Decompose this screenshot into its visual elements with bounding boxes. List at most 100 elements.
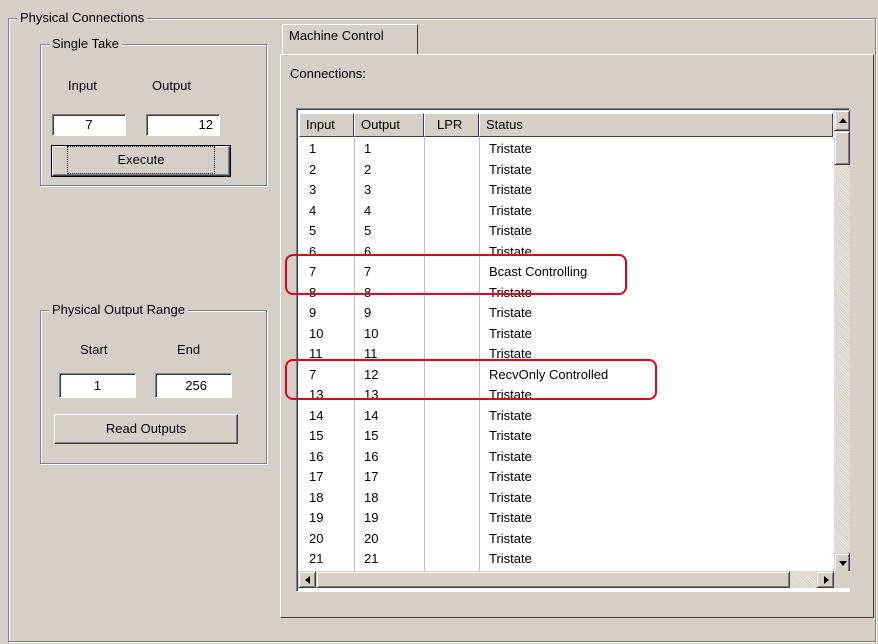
- cell-input: 2: [309, 161, 317, 177]
- cell-output: 3: [364, 182, 372, 197]
- vertical-scrollbar[interactable]: [834, 110, 850, 574]
- cell-input: 21: [309, 551, 324, 566]
- cell-output: 18: [364, 489, 379, 505]
- output-field[interactable]: 12: [146, 114, 220, 136]
- column-header-status[interactable]: Status: [479, 113, 833, 137]
- cell-status: RecvOnly Controlled: [489, 366, 609, 382]
- cell-status: Tristate: [489, 141, 532, 156]
- cell-status: Tristate: [489, 428, 532, 443]
- cell-output: 2: [364, 161, 372, 177]
- cell-input: 5: [309, 223, 317, 238]
- connections-list[interactable]: Input Output LPR Status 1 1 Tristate 2 2 Tris…: [296, 108, 850, 592]
- cell-output: 20: [364, 530, 379, 546]
- cell-output: 13: [364, 387, 379, 402]
- table-row[interactable]: 13 13 Tristate: [299, 385, 833, 405]
- execute-button[interactable]: Execute: [51, 145, 231, 177]
- cell-input: 14: [309, 407, 324, 423]
- cell-status: Tristate: [489, 202, 532, 218]
- table-row[interactable]: 17 17 Tristate: [299, 467, 833, 487]
- cell-input: 7: [309, 264, 317, 279]
- cell-status: Tristate: [489, 510, 532, 525]
- tab-machine-control-label: Machine Control: [289, 28, 384, 43]
- cell-input: 7: [309, 366, 317, 382]
- cell-input: 19: [309, 510, 324, 525]
- cell-input: 10: [309, 325, 324, 341]
- cell-status: Tristate: [489, 182, 532, 197]
- horizontal-scrollbar[interactable]: [298, 571, 834, 588]
- column-header-lpr[interactable]: LPR: [424, 113, 479, 137]
- end-field[interactable]: 256: [155, 373, 232, 398]
- cell-status: Tristate: [489, 469, 532, 484]
- cell-status: Tristate: [489, 305, 532, 320]
- table-row[interactable]: 19 19 Tristate: [299, 508, 833, 528]
- column-header-input[interactable]: Input: [299, 113, 354, 137]
- output-range-title: Physical Output Range: [49, 302, 188, 318]
- table-row[interactable]: 5 5 Tristate: [299, 221, 833, 241]
- cell-input: 16: [309, 448, 324, 464]
- cell-input: 18: [309, 489, 324, 505]
- input-field[interactable]: 7: [52, 114, 126, 136]
- horizontal-scroll-thumb[interactable]: [316, 571, 790, 588]
- table-row[interactable]: 1 1 Tristate: [299, 139, 833, 159]
- connections-label: Connections:: [290, 66, 366, 81]
- column-header-output[interactable]: Output: [354, 113, 424, 137]
- table-row[interactable]: 10 10 Tristate: [299, 324, 833, 344]
- table-row[interactable]: 20 20 Tristate: [299, 529, 833, 549]
- table-row[interactable]: 11 11 Tristate: [299, 344, 833, 364]
- cell-input: 11: [309, 346, 323, 361]
- arrow-up-icon: [839, 118, 847, 123]
- cell-input: 17: [309, 469, 324, 484]
- tab-machine-control[interactable]: Machine Control: [282, 24, 418, 54]
- scrollbar-corner: [834, 571, 850, 588]
- cell-output: 9: [364, 305, 372, 320]
- cell-input: 1: [309, 141, 317, 156]
- input-label: Input: [68, 78, 97, 93]
- table-row[interactable]: 2 2 Tristate: [299, 160, 833, 180]
- arrow-left-icon: [305, 576, 310, 584]
- cell-status: Tristate: [489, 448, 532, 464]
- start-field[interactable]: 1: [59, 373, 136, 398]
- cell-status: Tristate: [489, 530, 532, 546]
- cell-output: 15: [364, 428, 379, 443]
- cell-input: 3: [309, 182, 317, 197]
- cell-output: 19: [364, 510, 379, 525]
- cell-input: 20: [309, 530, 324, 546]
- table-row[interactable]: 18 18 Tristate: [299, 488, 833, 508]
- cell-output: 6: [364, 243, 372, 259]
- cell-input: 15: [309, 428, 324, 443]
- table-row[interactable]: 7 7 Bcast Controlling: [299, 262, 833, 282]
- cell-input: 9: [309, 305, 317, 320]
- cell-output: 4: [364, 202, 372, 218]
- cell-input: 13: [309, 387, 324, 402]
- table-row[interactable]: 9 9 Tristate: [299, 303, 833, 323]
- table-row[interactable]: 14 14 Tristate: [299, 406, 833, 426]
- cell-input: 6: [309, 243, 317, 259]
- table-row[interactable]: 4 4 Tristate: [299, 201, 833, 221]
- scroll-thumb[interactable]: [834, 131, 850, 165]
- cell-status: Tristate: [489, 346, 532, 361]
- end-label: End: [177, 342, 201, 357]
- physical-connections-title: Physical Connections: [17, 10, 148, 26]
- table-row[interactable]: 15 15 Tristate: [299, 426, 833, 446]
- scroll-up-button[interactable]: [834, 110, 850, 131]
- single-take-title: Single Take: [49, 36, 122, 52]
- cell-output: 11: [364, 346, 378, 361]
- table-row[interactable]: 16 16 Tristate: [299, 447, 833, 467]
- cell-output: 16: [364, 448, 379, 464]
- output-label: Output: [152, 78, 192, 93]
- cell-status: Bcast Controlling: [489, 264, 588, 279]
- read-outputs-button[interactable]: Read Outputs: [54, 414, 238, 444]
- cell-output: 5: [364, 223, 372, 238]
- scroll-right-button[interactable]: [816, 571, 834, 588]
- cell-output: 8: [364, 284, 372, 300]
- arrow-right-icon: [824, 576, 829, 584]
- table-row[interactable]: 6 6 Tristate: [299, 242, 833, 262]
- cell-input: 4: [309, 202, 317, 218]
- table-row[interactable]: 8 8 Tristate: [299, 283, 833, 303]
- arrow-down-icon: [839, 561, 847, 566]
- table-row[interactable]: 7 12 RecvOnly Controlled: [299, 365, 833, 385]
- scroll-left-button[interactable]: [298, 571, 316, 588]
- cell-status: Tristate: [489, 407, 532, 423]
- table-row[interactable]: 3 3 Tristate: [299, 180, 833, 200]
- table-row[interactable]: 21 21 Tristate: [299, 549, 833, 569]
